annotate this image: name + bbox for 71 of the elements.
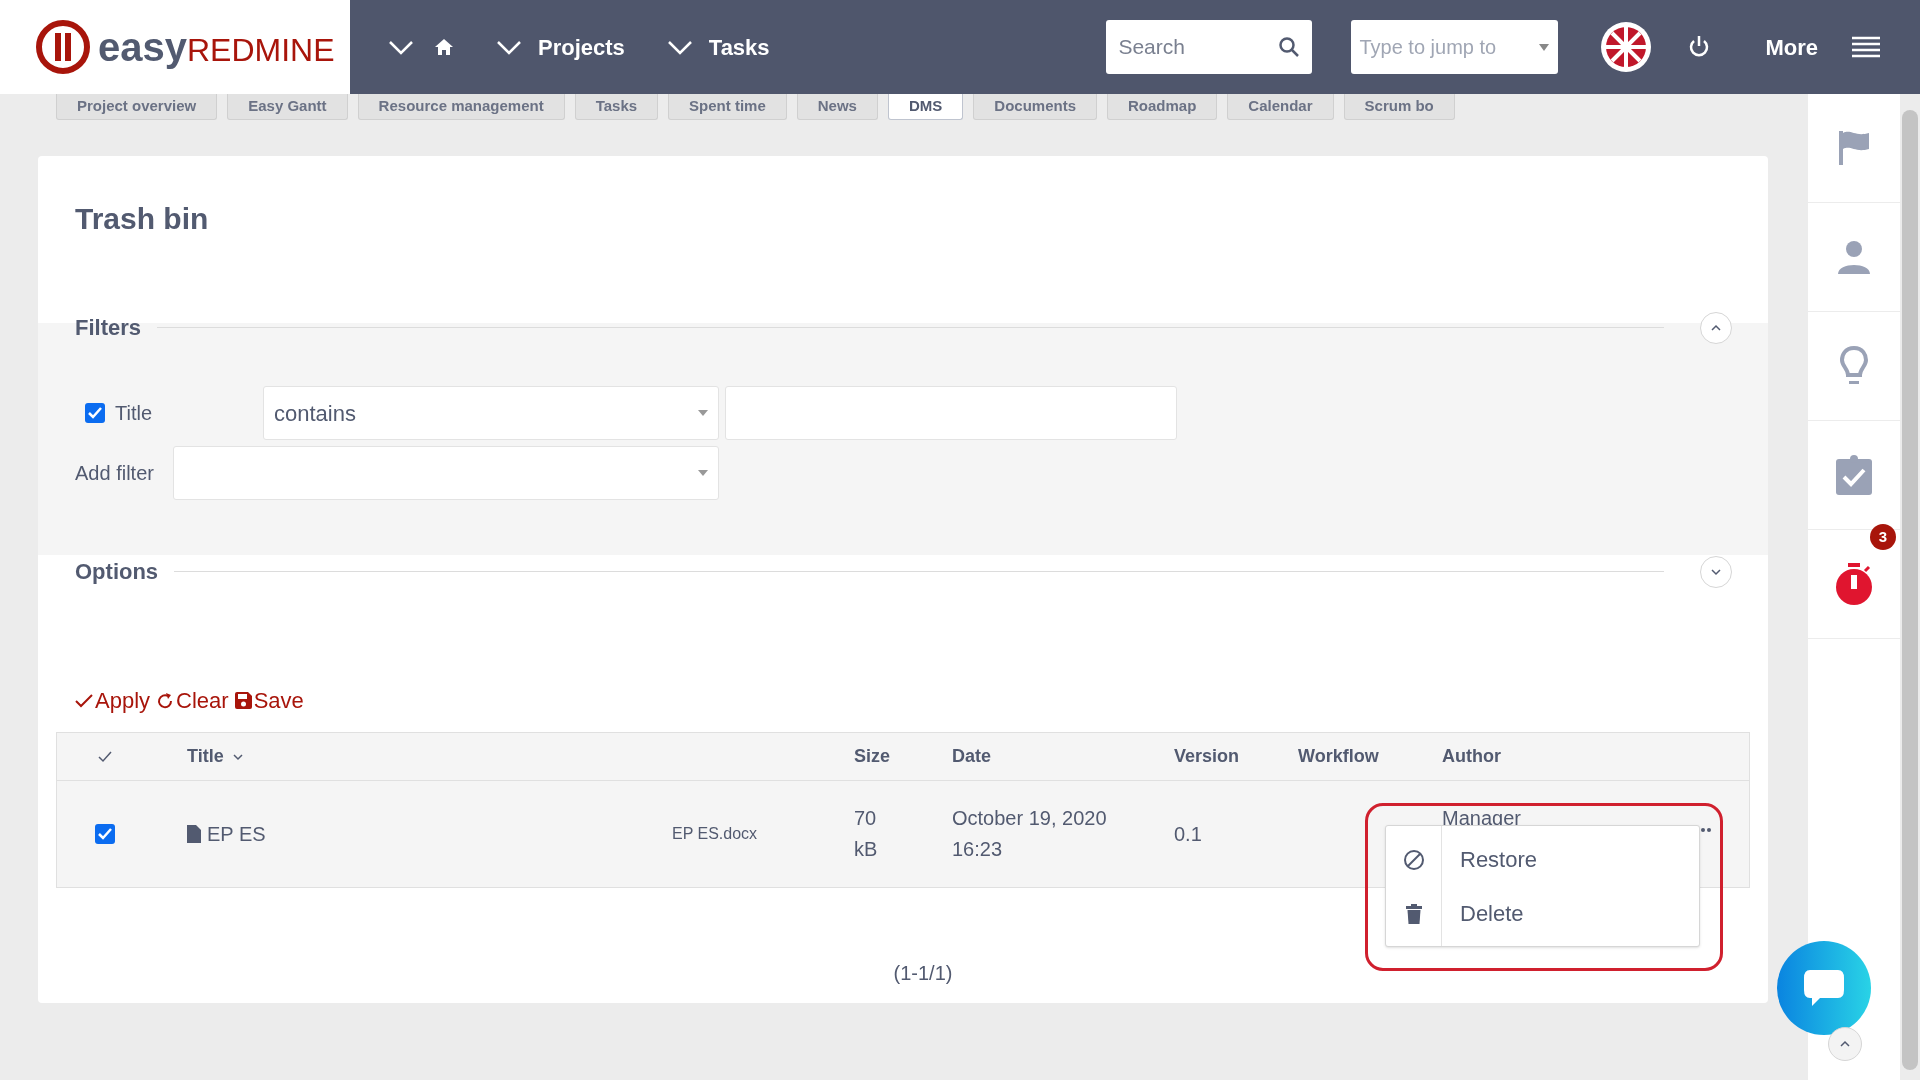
- collapse-toggle[interactable]: [1700, 555, 1732, 588]
- column-header[interactable]: Date: [952, 743, 1174, 770]
- prohibited-icon: [1402, 848, 1425, 871]
- checkmark-icon: [75, 692, 93, 709]
- collapse-toggle[interactable]: [1700, 311, 1732, 344]
- section-heading: Options: [74, 558, 160, 586]
- chevron-down-icon: [496, 39, 522, 55]
- tab[interactable]: Scrum bo: [1343, 94, 1455, 120]
- operator-select[interactable]: contains: [263, 386, 719, 440]
- menu-item[interactable]: Delete: [1460, 896, 1538, 930]
- tab[interactable]: DMS: [887, 94, 964, 120]
- chevron-down-icon: [388, 39, 414, 55]
- column-header[interactable]: Version: [1174, 743, 1298, 770]
- file-name[interactable]: EP ES.docx: [672, 822, 854, 846]
- nav-link[interactable]: Tasks: [708, 30, 770, 64]
- table-cell-text: 70 kB: [854, 806, 879, 862]
- logo-text: easyREDMINE: [98, 27, 335, 67]
- search-field[interactable]: Search: [1106, 20, 1313, 74]
- action-link[interactable]: Apply: [75, 684, 151, 717]
- avatar-icon[interactable]: [1600, 21, 1653, 73]
- user-icon[interactable]: [1837, 240, 1871, 274]
- notification-badge: 3: [1870, 524, 1896, 550]
- caret-down-icon: [698, 410, 708, 416]
- menu-icon[interactable]: [1852, 36, 1880, 58]
- section-heading: Filters: [74, 314, 143, 342]
- chevron-down-icon: [666, 39, 693, 55]
- table-cell-text: 0.1: [1174, 822, 1203, 847]
- table-cell-text: October 19, 2020 16:23: [952, 806, 1108, 862]
- tab[interactable]: Roadmap: [1107, 94, 1218, 120]
- page-title: Trash bin: [74, 201, 210, 237]
- speech-bubble-icon: [1802, 968, 1846, 1008]
- column-header[interactable]: Workflow: [1298, 743, 1442, 770]
- tab[interactable]: Spent time: [668, 94, 787, 120]
- tab[interactable]: Documents: [973, 94, 1097, 120]
- nav-link[interactable]: Projects: [538, 30, 625, 64]
- search-icon: [1278, 36, 1301, 58]
- tab[interactable]: Calendar: [1227, 94, 1334, 120]
- filter-label: Title: [115, 401, 153, 426]
- checkbox[interactable]: [94, 824, 115, 844]
- add-filter-label: Add filter: [75, 461, 155, 486]
- column-header[interactable]: Title: [187, 743, 224, 770]
- lightbulb-icon[interactable]: [1839, 345, 1869, 387]
- tab[interactable]: News: [796, 94, 878, 120]
- trash-icon: [1405, 903, 1422, 924]
- more-link[interactable]: More: [1765, 30, 1818, 64]
- caret-down-icon: [1538, 41, 1551, 53]
- pagination-text: (1-1/1): [892, 961, 953, 986]
- caret-down-icon: [698, 470, 708, 476]
- filter-value-field[interactable]: [725, 386, 1177, 440]
- checkmark-icon[interactable]: [97, 750, 112, 763]
- refresh-icon: [156, 691, 175, 710]
- document-icon: [187, 825, 201, 843]
- tab[interactable]: Easy Gantt: [227, 94, 348, 120]
- tab[interactable]: Tasks: [574, 94, 659, 120]
- action-link[interactable]: Clear: [156, 684, 229, 717]
- flag-icon[interactable]: [1837, 129, 1871, 167]
- clipboard-check-icon[interactable]: [1836, 455, 1872, 495]
- power-icon[interactable]: [1688, 35, 1711, 59]
- home-icon[interactable]: [434, 38, 454, 56]
- column-header[interactable]: Size: [854, 743, 952, 770]
- tab[interactable]: Resource management: [357, 94, 565, 120]
- logo-icon[interactable]: [36, 20, 90, 74]
- document-title[interactable]: EP ES: [207, 819, 266, 849]
- checkbox[interactable]: [85, 403, 105, 423]
- jump-field[interactable]: Type to jump to: [1351, 20, 1559, 74]
- column-header[interactable]: Author: [1442, 743, 1501, 770]
- action-link[interactable]: Save: [234, 684, 304, 717]
- stopwatch-icon[interactable]: [1835, 563, 1873, 605]
- tab[interactable]: Project overview: [56, 94, 218, 120]
- menu-item[interactable]: Restore: [1460, 842, 1538, 876]
- table-cell-text: Manager: [1442, 806, 1521, 831]
